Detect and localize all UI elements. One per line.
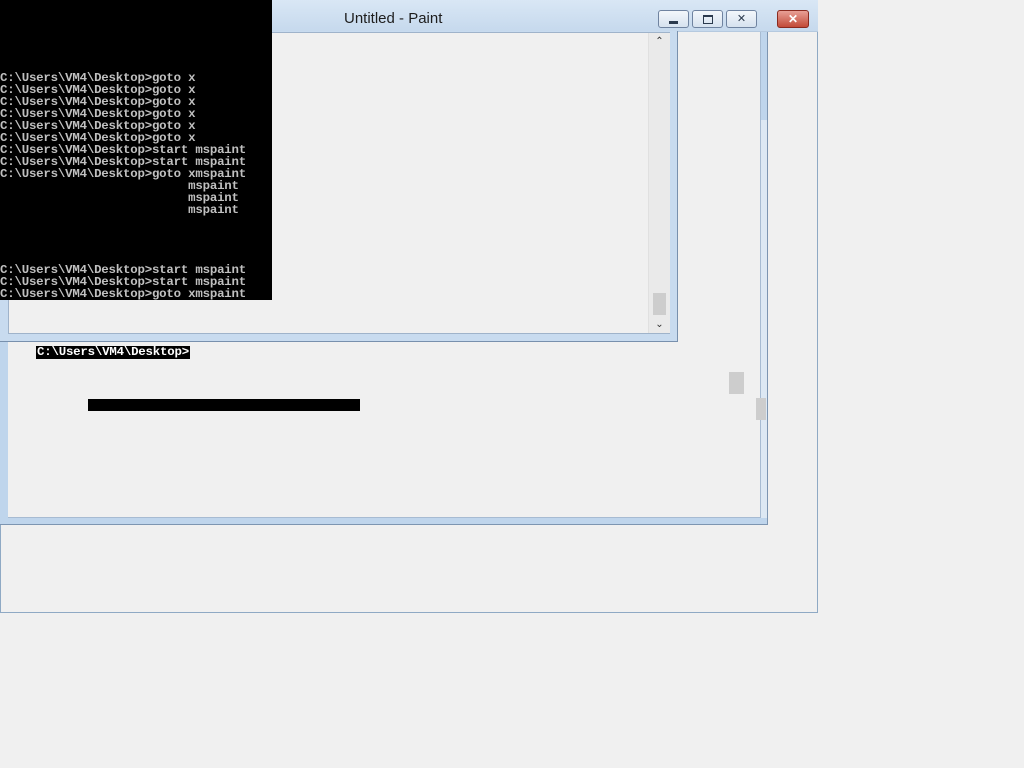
scroll-down-icon[interactable]: ⌄: [649, 316, 670, 332]
scroll-up-icon[interactable]: ⌃: [649, 33, 670, 49]
console-fragment-bar: [88, 399, 360, 411]
close-button[interactable]: ✕: [777, 10, 809, 28]
window-title: Untitled - Paint: [344, 10, 443, 27]
scroll-thumb-fragment: [756, 398, 766, 420]
minimize-button[interactable]: [658, 10, 689, 28]
console-prompt[interactable]: C:\Users\VM4\Desktop>: [36, 346, 190, 359]
restore-icon: [702, 14, 713, 24]
background-window-frame: [768, 0, 812, 605]
close-inactive-icon: ✕: [736, 12, 747, 25]
close-inactive-button[interactable]: ✕: [726, 10, 757, 28]
console-line: mspaint: [0, 203, 239, 217]
vertical-scrollbar[interactable]: ⌃ ⌄: [648, 33, 670, 333]
console-window[interactable]: C:\Users\VM4\Desktop>goto x C:\Users\VM4…: [0, 0, 272, 300]
minimize-icon: [669, 20, 678, 24]
middle-window-edge: [761, 120, 767, 518]
console-line: C:\Users\VM4\Desktop>goto xmspaint: [0, 287, 247, 300]
close-icon: ✕: [787, 12, 799, 26]
restore-button[interactable]: [692, 10, 723, 28]
scroll-thumb-fragment: [729, 372, 744, 394]
scroll-thumb[interactable]: [653, 293, 666, 315]
